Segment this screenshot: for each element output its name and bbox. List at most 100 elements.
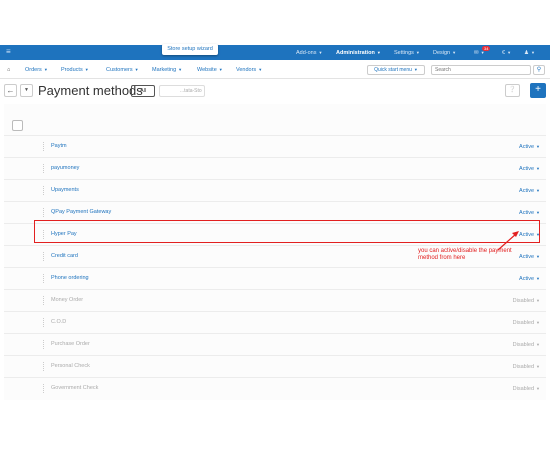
drag-handle-icon[interactable] <box>43 296 45 305</box>
status-dropdown[interactable]: Active ▼ <box>519 268 540 290</box>
method-name-link[interactable]: Upayments <box>51 180 79 201</box>
status-label: Active <box>519 254 535 260</box>
menu-item-label: Customers <box>106 67 133 73</box>
list-item: C.O.D Disabled ▼ <box>4 311 546 333</box>
chevron-down-icon: ▼ <box>536 386 540 391</box>
status-label: Active <box>519 144 535 150</box>
chevron-down-icon: ▼ <box>84 67 89 72</box>
chevron-down-icon: ▼ <box>376 50 381 55</box>
method-name-link[interactable]: Credit card <box>51 246 78 267</box>
user-menu[interactable]: ♟ ▼ <box>524 45 535 60</box>
annotation-note: you can active/disable the payment metho… <box>418 248 512 261</box>
chevron-down-icon: ▼ <box>415 50 420 55</box>
payment-methods-rows: Paytm Active ▼ payumoney Active ▼ Upayments A… <box>4 135 546 399</box>
drag-handle-icon[interactable] <box>43 164 45 173</box>
status-label: Active <box>519 210 535 216</box>
drag-handle-icon[interactable] <box>43 208 45 217</box>
settings-label: Settings <box>394 50 414 56</box>
status-dropdown[interactable]: Disabled ▼ <box>513 356 540 378</box>
status-dropdown[interactable]: Disabled ▼ <box>513 290 540 312</box>
hamburger-icon[interactable]: ≡ <box>6 47 11 56</box>
menu-item-label: Vendors <box>236 67 257 73</box>
menu-item-products[interactable]: Products ▼ <box>61 61 89 79</box>
all-filter-button[interactable]: All <box>131 85 155 97</box>
admin-topbar: ≡ Add-ons ▼ Administration ▼ Settings ▼ Des… <box>0 45 550 60</box>
menu-item-label: Products <box>61 67 83 73</box>
page-title-bar: ← ▼ Payment methods All ...tata-Sto ❔ + <box>0 80 550 102</box>
plus-icon[interactable]: + <box>530 83 546 98</box>
chevron-down-icon: ▼ <box>536 276 540 281</box>
help-icon[interactable]: ❔ <box>505 84 520 97</box>
addons-label: Add-ons <box>296 50 317 56</box>
design-label: Design <box>433 50 451 56</box>
home-icon[interactable]: ⌂ <box>7 61 10 79</box>
design-menu[interactable]: Design ▼ <box>433 45 456 60</box>
status-dropdown[interactable]: Active ▼ <box>519 180 540 202</box>
settings-menu[interactable]: Settings ▼ <box>394 45 420 60</box>
currency-label: € <box>502 50 506 56</box>
chevron-down-icon: ▼ <box>318 50 323 55</box>
method-name-link[interactable]: Government Check <box>51 378 98 399</box>
drag-handle-icon[interactable] <box>43 252 45 261</box>
chevron-down-icon: ▼ <box>536 298 540 303</box>
chevron-down-icon: ▼ <box>536 166 540 171</box>
method-name-link[interactable]: C.O.D <box>51 312 66 333</box>
quick-start-label: Quick start menu <box>374 67 412 73</box>
search-input[interactable] <box>431 65 531 75</box>
highlight-box <box>34 220 540 243</box>
store-filter-select[interactable]: ...tata-Sto <box>159 85 205 97</box>
chevron-down-icon: ▼ <box>536 342 540 347</box>
menu-item-orders[interactable]: Orders ▼ <box>25 61 48 79</box>
status-dropdown[interactable]: Disabled ▼ <box>513 334 540 356</box>
search-icon[interactable]: ⚲ <box>533 65 545 75</box>
currency-menu[interactable]: € ▼ <box>502 45 511 60</box>
bell-icon: ✉ <box>474 50 479 56</box>
quick-start-menu-button[interactable]: Quick start menu ▼ <box>367 65 425 75</box>
chevron-down-icon: ▼ <box>178 67 183 72</box>
drag-handle-icon[interactable] <box>43 186 45 195</box>
drag-handle-icon[interactable] <box>43 362 45 371</box>
chevron-down-icon: ▼ <box>507 50 512 55</box>
chevron-down-icon: ▼ <box>218 67 223 72</box>
drag-handle-icon[interactable] <box>43 318 45 327</box>
administration-menu[interactable]: Administration ▼ <box>336 45 381 60</box>
menu-item-customers[interactable]: Customers ▼ <box>106 61 139 79</box>
status-dropdown[interactable]: Active ▼ <box>519 136 540 158</box>
notifications-badge: 34 <box>482 46 491 51</box>
method-name-link[interactable]: Phone ordering <box>51 268 89 289</box>
method-name-link[interactable]: Purchase Order <box>51 334 90 355</box>
chevron-down-icon: ▼ <box>134 67 139 72</box>
menu-item-vendors[interactable]: Vendors ▼ <box>236 61 262 79</box>
method-name-link[interactable]: payumoney <box>51 158 79 179</box>
drag-handle-icon[interactable] <box>43 274 45 283</box>
chevron-down-icon[interactable]: ▼ <box>20 84 33 97</box>
chevron-down-icon: ▼ <box>536 210 540 215</box>
addons-menu[interactable]: Add-ons ▼ <box>296 45 322 60</box>
menu-item-website[interactable]: Website ▼ <box>197 61 223 79</box>
chevron-down-icon: ▼ <box>43 67 48 72</box>
status-label: Active <box>519 276 535 282</box>
menu-item-marketing[interactable]: Marketing ▼ <box>152 61 182 79</box>
status-label: Disabled <box>512 364 535 370</box>
method-name-link[interactable]: Personal Check <box>51 356 90 377</box>
drag-handle-icon[interactable] <box>43 384 45 393</box>
chevron-down-icon: ▼ <box>536 188 540 193</box>
status-dropdown[interactable]: Disabled ▼ <box>513 378 540 400</box>
status-dropdown[interactable]: Active ▼ <box>519 158 540 180</box>
drag-handle-icon[interactable] <box>43 340 45 349</box>
method-name-link[interactable]: Money Order <box>51 290 83 311</box>
method-name-link[interactable]: Paytm <box>51 136 67 157</box>
arrow-left-icon[interactable]: ← <box>4 84 17 97</box>
status-label: Active <box>519 188 535 194</box>
store-setup-wizard-button[interactable]: Store setup wizard <box>162 44 218 55</box>
chevron-down-icon: ▼ <box>536 320 540 325</box>
chevron-down-icon: ▼ <box>413 67 418 72</box>
menu-item-label: Orders <box>25 67 42 73</box>
status-dropdown[interactable]: Active ▼ <box>519 246 540 268</box>
list-item: Personal Check Disabled ▼ <box>4 355 546 377</box>
select-all-checkbox[interactable] <box>12 120 23 131</box>
chevron-down-icon: ▼ <box>258 67 263 72</box>
chevron-down-icon: ▼ <box>536 364 540 369</box>
status-dropdown[interactable]: Disabled ▼ <box>513 312 540 334</box>
drag-handle-icon[interactable] <box>43 142 45 151</box>
